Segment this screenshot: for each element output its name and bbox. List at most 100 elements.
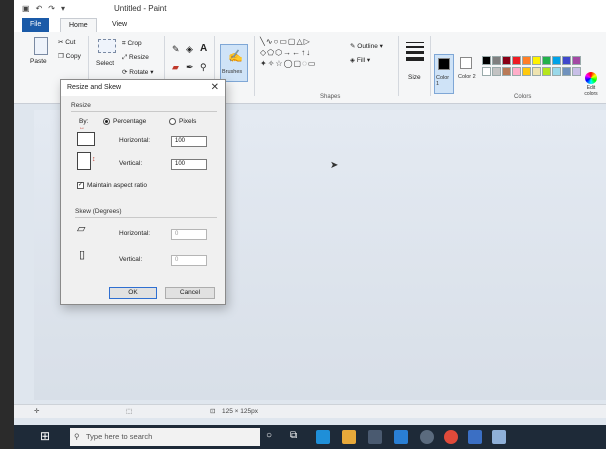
task-view-icon[interactable]: ⧉ <box>290 430 297 441</box>
cancel-button[interactable]: Cancel <box>165 287 215 299</box>
palette-swatch[interactable] <box>492 67 501 76</box>
status-bar: ✛ ⬚ ⊡ 125 × 125px <box>14 404 606 418</box>
color2-button[interactable]: Color 2 <box>458 54 476 94</box>
palette-swatch[interactable] <box>482 67 491 76</box>
palette-swatch[interactable] <box>532 67 541 76</box>
palette-swatch[interactable] <box>512 67 521 76</box>
resize-skew-dialog: Resize and Skew ✕ Resize By: Percentage … <box>60 79 226 305</box>
palette-swatch[interactable] <box>552 67 561 76</box>
palette-swatch[interactable] <box>522 67 531 76</box>
ok-button[interactable]: OK <box>109 287 157 299</box>
palette-swatch[interactable] <box>502 67 511 76</box>
palette-swatch[interactable] <box>552 56 561 65</box>
tab-home[interactable]: Home <box>60 18 97 32</box>
color1-swatch <box>438 58 450 70</box>
palette-swatch[interactable] <box>542 56 551 65</box>
undo-icon[interactable]: ↶ <box>36 4 43 13</box>
dialog-title: Resize and Skew <box>67 84 122 91</box>
size-icon[interactable] <box>406 42 424 62</box>
paste-button[interactable]: Paste <box>30 58 47 65</box>
vertical-input[interactable]: 100 <box>171 159 207 170</box>
color-picker-icon[interactable]: ✒ <box>186 62 194 73</box>
palette-swatch[interactable] <box>522 56 531 65</box>
cut-button[interactable]: ✂ Cut <box>58 38 75 46</box>
percentage-label: Percentage <box>113 118 147 125</box>
color-wheel-icon <box>585 72 597 84</box>
position-icon: ✛ <box>34 408 40 415</box>
close-icon[interactable]: ✕ <box>211 80 219 96</box>
horizontal-label: Horizontal: <box>119 137 151 144</box>
search-icon: ⚲ <box>74 432 80 441</box>
windows-start-icon[interactable]: ⊞ <box>40 429 50 443</box>
rotate-button[interactable]: ⟳ Rotate ▾ <box>122 68 154 76</box>
magnifier-icon[interactable]: ⚲ <box>200 62 207 73</box>
file-explorer-icon[interactable] <box>342 430 356 444</box>
scissors-icon: ✂ <box>58 39 64 46</box>
save-icon[interactable]: ▣ <box>22 4 30 13</box>
color2-swatch <box>460 57 472 69</box>
size-button[interactable]: Size <box>408 74 421 81</box>
horizontal-resize-icon: ↔ <box>77 125 95 146</box>
copy-button[interactable]: ❐ Copy <box>58 52 81 60</box>
vertical-skew-icon: ▯ <box>79 249 86 261</box>
resize-icon: ⤢ <box>122 54 128 61</box>
window-title: Untitled - Paint <box>114 4 167 13</box>
crop-icon: ⌗ <box>122 40 126 47</box>
brush-icon: ✍ <box>228 49 243 63</box>
resize-button[interactable]: ⤢ Resize <box>122 54 149 62</box>
pixels-radio[interactable] <box>169 118 176 125</box>
copy-icon: ❐ <box>58 53 64 60</box>
palette-swatch[interactable] <box>512 56 521 65</box>
brushes-button[interactable]: ✍ Brushes <box>220 44 248 82</box>
palette-swatch[interactable] <box>482 56 491 65</box>
chrome-icon[interactable] <box>444 430 458 444</box>
palette-swatch[interactable] <box>562 56 571 65</box>
skew-horizontal-input[interactable]: 0 <box>171 229 207 240</box>
cortana-icon[interactable]: ○ <box>266 430 272 441</box>
app-icon-1[interactable] <box>420 430 434 444</box>
outline-button[interactable]: ✎ Outline ▾ <box>350 42 383 50</box>
edge-icon[interactable] <box>316 430 330 444</box>
color1-button[interactable]: Color 1 <box>434 54 454 94</box>
crop-button[interactable]: ⌗ Crop <box>122 40 142 48</box>
fill-bucket-icon[interactable]: ◈ <box>186 44 193 55</box>
quick-access-toolbar: ▣ ↶ ↷ ▾ <box>22 4 65 13</box>
palette-swatch[interactable] <box>542 67 551 76</box>
maintain-aspect-label: Maintain aspect ratio <box>87 182 147 189</box>
skew-vertical-input[interactable]: 0 <box>171 255 207 266</box>
horizontal-input[interactable]: 100 <box>171 136 207 147</box>
palette-swatch[interactable] <box>572 56 581 65</box>
tab-view[interactable]: View <box>104 18 135 32</box>
mouse-cursor-icon: ➤ <box>330 160 339 171</box>
paint-taskbar-icon[interactable] <box>492 430 506 444</box>
shapes-group-label: Shapes <box>320 94 341 100</box>
canvas-size-text: 125 × 125px <box>222 408 258 415</box>
mail-icon[interactable] <box>394 430 408 444</box>
maintain-aspect-checkbox[interactable]: ✓ <box>77 182 84 189</box>
palette-swatch[interactable] <box>562 67 571 76</box>
eraser-icon[interactable]: ▰ <box>172 62 179 73</box>
text-tool-icon[interactable]: A <box>200 43 207 54</box>
paste-icon[interactable] <box>34 37 48 55</box>
palette-swatch[interactable] <box>502 56 511 65</box>
pencil-icon[interactable]: ✎ <box>172 44 180 55</box>
palette-swatch[interactable] <box>492 56 501 65</box>
store-icon[interactable] <box>368 430 382 444</box>
customize-icon[interactable]: ▾ <box>61 4 65 13</box>
select-icon[interactable] <box>98 39 116 53</box>
taskbar-search-box[interactable]: ⚲ Type here to search <box>70 428 260 446</box>
fill-button[interactable]: ◈ Fill ▾ <box>350 56 370 64</box>
redo-icon[interactable]: ↷ <box>48 4 55 13</box>
resize-section-label: Resize <box>71 102 91 109</box>
fill-icon: ◈ <box>350 57 355 64</box>
shapes-gallery[interactable]: ╲∿○▭▢△▷ ◇⬠⬡→←↑↓ ✦✧☆◯▢◌▭ <box>260 36 350 82</box>
palette-swatch[interactable] <box>532 56 541 65</box>
tab-file[interactable]: File <box>22 18 50 32</box>
percentage-radio[interactable] <box>103 118 110 125</box>
select-button[interactable]: Select <box>96 60 114 67</box>
rotate-icon: ⟳ <box>122 69 128 76</box>
title-bar: ▣ ↶ ↷ ▾ Untitled - Paint <box>14 0 606 18</box>
app-icon-2[interactable] <box>468 430 482 444</box>
outline-icon: ✎ <box>350 43 356 50</box>
edit-colors-button[interactable]: Edit colors <box>580 72 602 97</box>
